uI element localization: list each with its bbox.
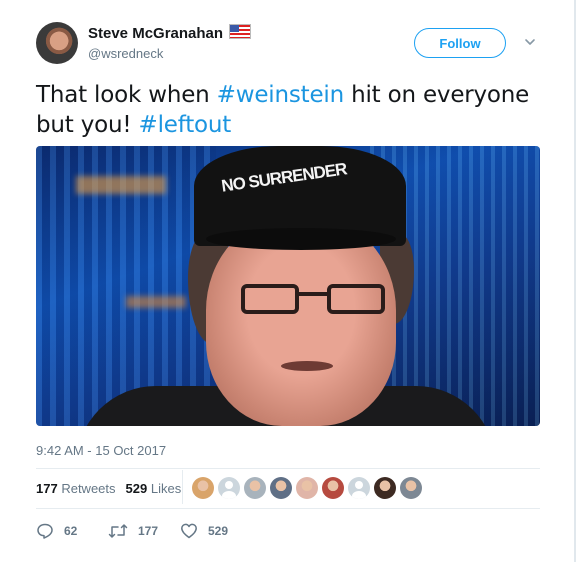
retweets-count: 177 — [36, 481, 58, 496]
photo-glasses — [241, 284, 389, 316]
retweet-icon — [108, 524, 128, 538]
reply-icon — [37, 523, 53, 539]
liker-avatar[interactable] — [400, 477, 422, 499]
author-avatar[interactable] — [36, 22, 78, 64]
liker-avatar[interactable] — [322, 477, 344, 499]
tweet-timestamp[interactable]: 9:42 AM - 15 Oct 2017 — [36, 443, 166, 458]
heart-icon — [181, 523, 197, 539]
liker-avatar[interactable] — [374, 477, 396, 499]
divider — [36, 508, 540, 509]
author-name-row[interactable]: Steve McGranahan — [88, 24, 252, 42]
liker-avatar[interactable] — [192, 477, 214, 499]
divider — [36, 468, 540, 469]
tweet-text: That look when #weinstein hit on everyon… — [36, 80, 536, 140]
retweet-button[interactable]: 177 — [108, 522, 158, 540]
author-handle[interactable]: @wsredneck — [88, 46, 163, 61]
chevron-down-icon[interactable] — [522, 34, 538, 50]
liker-avatars — [192, 477, 426, 499]
liker-avatar[interactable] — [218, 477, 240, 499]
engagement-stats: 177 Retweets 529 Likes — [36, 481, 191, 496]
hashtag-link[interactable]: #leftout — [139, 112, 232, 138]
us-flag-icon — [229, 24, 252, 39]
retweets-label: Retweets — [61, 481, 116, 496]
reply-count: 62 — [64, 524, 78, 538]
reply-button[interactable]: 62 — [36, 522, 77, 540]
like-button[interactable]: 529 — [180, 522, 228, 540]
author-name[interactable]: Steve McGranahan — [88, 25, 223, 42]
liker-avatar[interactable] — [244, 477, 266, 499]
liker-avatar[interactable] — [270, 477, 292, 499]
likes-count: 529 — [125, 481, 148, 496]
tweet-text-part: That look when — [36, 82, 217, 108]
like-count: 529 — [208, 524, 229, 538]
stats-separator — [182, 470, 183, 504]
likes-stat[interactable]: 529 Likes — [126, 481, 182, 496]
hashtag-link[interactable]: #weinstein — [217, 82, 345, 108]
likes-label: Likes — [150, 481, 182, 496]
tweet-photo[interactable]: NO SURRENDER — [36, 146, 540, 426]
retweet-count: 177 — [138, 524, 159, 538]
liker-avatar[interactable] — [296, 477, 318, 499]
liker-avatar[interactable] — [348, 477, 370, 499]
follow-button[interactable]: Follow — [414, 28, 506, 58]
retweets-stat[interactable]: 177 Retweets — [36, 481, 116, 496]
